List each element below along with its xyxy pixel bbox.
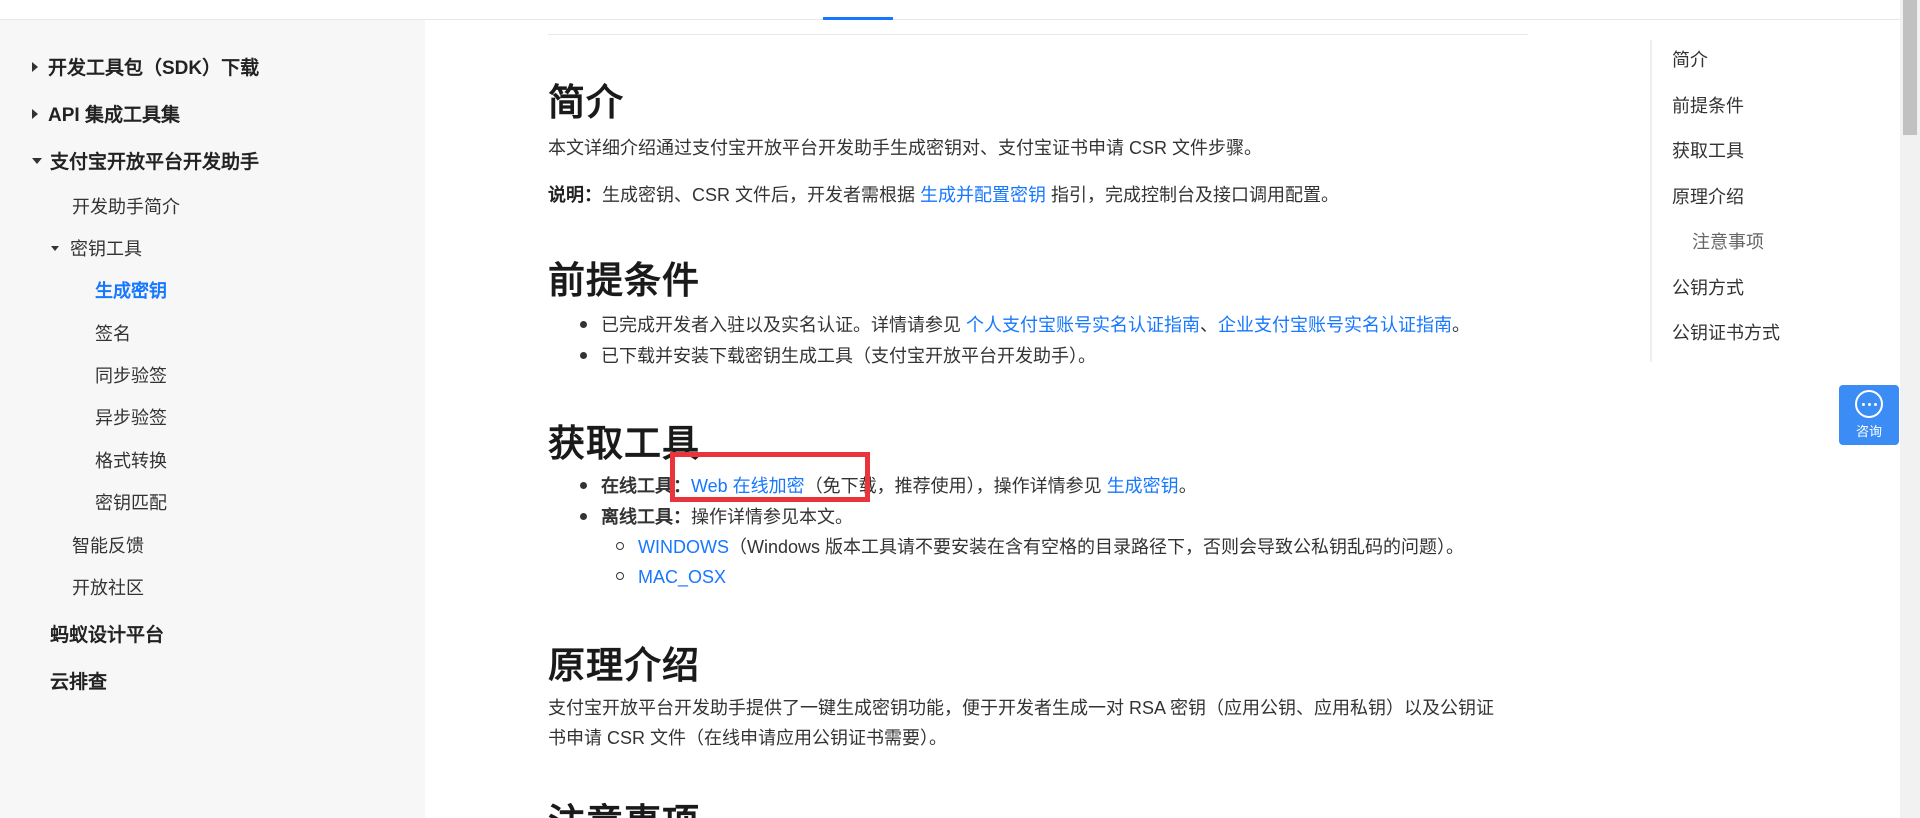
- sidebar-item-api-tools[interactable]: API 集成工具集: [32, 100, 180, 127]
- prereq-b1-post: 。: [1452, 315, 1470, 335]
- sidebar-item-smart-feedback[interactable]: 智能反馈: [72, 532, 144, 558]
- sidebar-item-format-convert[interactable]: 格式转换: [95, 447, 167, 473]
- caret-right-icon: [32, 61, 38, 72]
- toc-item-prereq[interactable]: 前提条件: [1672, 92, 1744, 118]
- tools-sub-windows: WINDOWS（Windows 版本工具请不要安装在含有空格的目录路径下，否则会…: [616, 532, 1464, 562]
- toc-item-public-key-cert[interactable]: 公钥证书方式: [1672, 319, 1780, 345]
- consult-button[interactable]: 咨询: [1839, 385, 1899, 445]
- offline-tool-label: 离线工具：: [601, 507, 691, 527]
- sidebar-item-label: 异步验签: [95, 408, 167, 428]
- content-top-divider: [548, 34, 1528, 35]
- sidebar-item-dev-assistant[interactable]: 支付宝开放平台开发助手: [32, 147, 259, 174]
- sidebar-item-label: API 集成工具集: [48, 105, 180, 126]
- bullet-dot-icon: [580, 512, 587, 520]
- sidebar-item-label: 密钥工具: [70, 239, 142, 259]
- online-tool-label: 在线工具：: [601, 476, 691, 496]
- prereq-bullet-2: 已下载并安装下载密钥生成工具（支付宝开放平台开发助手）。: [580, 341, 1096, 371]
- sidebar-item-key-tools[interactable]: 密钥工具: [51, 235, 142, 261]
- windows-note: （Windows 版本工具请不要安装在含有空格的目录路径下，否则会导致公私钥乱码…: [728, 537, 1465, 557]
- sidebar-item-label: 智能反馈: [72, 536, 144, 556]
- sidebar-item-ant-design[interactable]: 蚂蚁设计平台: [50, 620, 164, 647]
- bullet-ring-icon: [616, 542, 624, 551]
- online-tool-mid: （免下载，推荐使用），操作详情参见: [804, 476, 1107, 496]
- toc-item-tools[interactable]: 获取工具: [1672, 137, 1744, 163]
- note-text-post: 指引，完成控制台及接口调用配置。: [1046, 185, 1340, 205]
- top-nav-bar: [0, 0, 1900, 20]
- sidebar-item-label: 开发助手简介: [72, 197, 180, 217]
- prereq-b1-sep: 、: [1200, 315, 1218, 335]
- section-title-notes: 注意事项: [548, 792, 700, 818]
- bullet-dot-icon: [580, 351, 587, 359]
- consult-label: 咨询: [1855, 424, 1882, 439]
- sidebar-item-sdk-download[interactable]: 开发工具包（SDK）下载: [32, 53, 259, 80]
- bullet-dot-icon: [580, 320, 587, 328]
- web-online-encrypt-link[interactable]: Web 在线加密: [691, 476, 805, 496]
- sidebar-item-label: 开发工具包（SDK）下载: [48, 58, 260, 79]
- page-scrollbar[interactable]: [1900, 0, 1920, 818]
- intro-note: 说明：生成密钥、CSR 文件后，开发者需根据 生成并配置密钥 指引，完成控制台及…: [548, 180, 1339, 210]
- active-tab-indicator: [823, 17, 893, 20]
- sidebar-item-label: 格式转换: [95, 451, 167, 471]
- online-tool-post: 。: [1178, 476, 1197, 496]
- toc-item-principle[interactable]: 原理介绍: [1672, 183, 1744, 209]
- mac-download-link[interactable]: MAC_OSX: [638, 567, 726, 587]
- intro-text: 本文详细介绍通过支付宝开放平台开发助手生成密钥对、支付宝证书申请 CSR 文件步…: [548, 138, 1263, 158]
- offline-tool-text: 操作详情参见本文。: [691, 507, 853, 527]
- note-label: 说明：: [548, 185, 602, 205]
- table-of-contents: 简介 前提条件 获取工具 原理介绍 注意事项 公钥方式 公钥证书方式: [1650, 40, 1870, 362]
- toc-item-public-key[interactable]: 公钥方式: [1672, 274, 1744, 300]
- sidebar-item-open-community[interactable]: 开放社区: [72, 574, 144, 600]
- sidebar-item-label: 签名: [95, 324, 131, 344]
- toc-item-intro[interactable]: 简介: [1672, 46, 1708, 72]
- caret-down-icon: [32, 157, 42, 164]
- sidebar-item-label: 蚂蚁设计平台: [50, 625, 165, 646]
- bullet-dot-icon: [580, 481, 587, 489]
- enterprise-verify-guide-link[interactable]: 企业支付宝账号实名认证指南: [1218, 315, 1452, 335]
- caret-down-icon: [51, 245, 59, 251]
- windows-download-link[interactable]: WINDOWS: [638, 537, 729, 557]
- sidebar-item-label: 同步验签: [95, 366, 167, 386]
- toc-item-notes[interactable]: 注意事项: [1692, 228, 1764, 254]
- principle-text-line2: 书申请 CSR 文件（在线申请应用公钥证书需要）。: [548, 728, 948, 748]
- section-title-principle: 原理介绍: [548, 644, 700, 687]
- generate-key-link[interactable]: 生成密钥: [1107, 476, 1179, 496]
- caret-right-icon: [32, 108, 38, 119]
- sidebar-item-label: 密钥匹配: [95, 493, 167, 513]
- generate-config-key-link[interactable]: 生成并配置密钥: [920, 185, 1046, 205]
- sidebar-item-generate-key[interactable]: 生成密钥: [95, 277, 167, 303]
- chat-bubble-icon: [1855, 390, 1883, 418]
- section-title-intro: 简介: [548, 81, 624, 124]
- sidebar-item-label: 云排查: [50, 672, 108, 693]
- sidebar-item-sync-verify[interactable]: 同步验签: [95, 362, 167, 388]
- sidebar-item-async-verify[interactable]: 异步验签: [95, 404, 167, 430]
- sidebar-item-label: 开放社区: [72, 578, 144, 598]
- section-title-tools: 获取工具: [548, 422, 700, 465]
- sidebar-item-sign[interactable]: 签名: [95, 320, 131, 346]
- tools-sub-mac: MAC_OSX: [616, 562, 726, 592]
- prereq-bullet-1: 已完成开发者入驻以及实名认证。详情请参见 个人支付宝账号实名认证指南、企业支付宝…: [580, 310, 1470, 340]
- scrollbar-thumb[interactable]: [1903, 0, 1917, 135]
- tools-bullet-offline: 离线工具：操作详情参见本文。: [580, 502, 853, 532]
- note-text-pre: 生成密钥、CSR 文件后，开发者需根据: [602, 185, 921, 205]
- sidebar-item-cloud-troubleshoot[interactable]: 云排查: [50, 667, 107, 694]
- prereq-b2-text: 已下载并安装下载密钥生成工具（支付宝开放平台开发助手）。: [601, 346, 1096, 366]
- prereq-b1-pre: 已完成开发者入驻以及实名认证。详情请参见: [601, 315, 966, 335]
- tools-bullet-online: 在线工具：Web 在线加密（免下载，推荐使用），操作详情参见 生成密钥。: [580, 471, 1197, 501]
- sidebar-item-label: 生成密钥: [95, 281, 167, 301]
- sidebar-item-key-match[interactable]: 密钥匹配: [95, 489, 167, 515]
- sidebar-item-label: 支付宝开放平台开发助手: [50, 152, 260, 173]
- sidebar-item-assistant-intro[interactable]: 开发助手简介: [72, 193, 180, 219]
- personal-verify-guide-link[interactable]: 个人支付宝账号实名认证指南: [966, 315, 1200, 335]
- section-title-prereq: 前提条件: [548, 259, 700, 302]
- sidebar: 开发工具包（SDK）下载 API 集成工具集 支付宝开放平台开发助手 开发助手简…: [0, 20, 425, 818]
- principle-text-line1: 支付宝开放平台开发助手提供了一键生成密钥功能，便于开发者生成一对 RSA 密钥（…: [548, 698, 1495, 718]
- bullet-ring-icon: [616, 572, 624, 581]
